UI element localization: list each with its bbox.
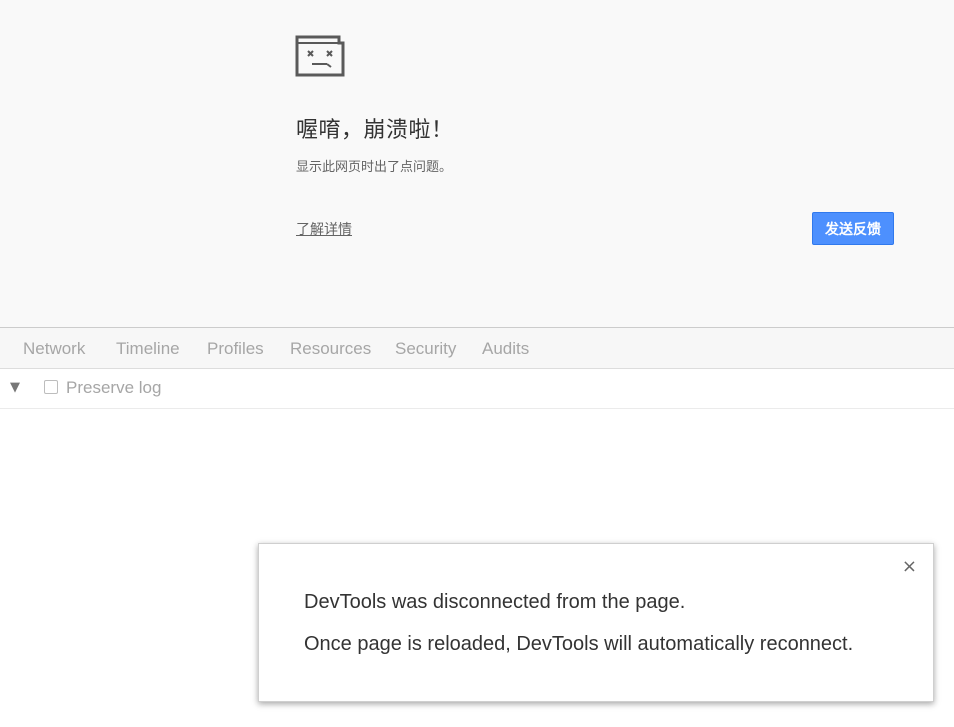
close-icon[interactable]: × bbox=[902, 556, 917, 577]
tab-network[interactable]: Network bbox=[23, 339, 85, 359]
tab-timeline[interactable]: Timeline bbox=[116, 339, 180, 359]
crash-message: 显示此网页时出了点问题。 bbox=[296, 160, 453, 175]
send-feedback-button[interactable]: 发送反馈 bbox=[812, 212, 894, 245]
devtools-tabbar: Network Timeline Profiles Resources Secu… bbox=[0, 328, 954, 369]
tab-audits[interactable]: Audits bbox=[482, 339, 529, 359]
network-toolbar: ▼ Preserve log bbox=[0, 369, 954, 409]
sad-tab-icon bbox=[295, 35, 345, 77]
learn-more-link[interactable]: 了解详情 bbox=[296, 219, 352, 239]
preserve-log-checkbox[interactable] bbox=[44, 380, 58, 394]
crash-page: 喔唷，崩溃啦！ 显示此网页时出了点问题。 了解详情 发送反馈 bbox=[0, 0, 954, 327]
disconnected-dialog: × DevTools was disconnected from the pag… bbox=[258, 543, 934, 702]
filter-triangle-icon[interactable]: ▼ bbox=[10, 380, 20, 395]
tab-security[interactable]: Security bbox=[395, 339, 456, 359]
preserve-log-label[interactable]: Preserve log bbox=[66, 378, 161, 398]
crash-title: 喔唷，崩溃啦！ bbox=[296, 118, 454, 143]
tab-resources[interactable]: Resources bbox=[290, 339, 371, 359]
tab-profiles[interactable]: Profiles bbox=[207, 339, 264, 359]
dialog-message-line2: Once page is reloaded, DevTools will aut… bbox=[304, 633, 854, 655]
dialog-message-line1: DevTools was disconnected from the page. bbox=[304, 591, 686, 613]
